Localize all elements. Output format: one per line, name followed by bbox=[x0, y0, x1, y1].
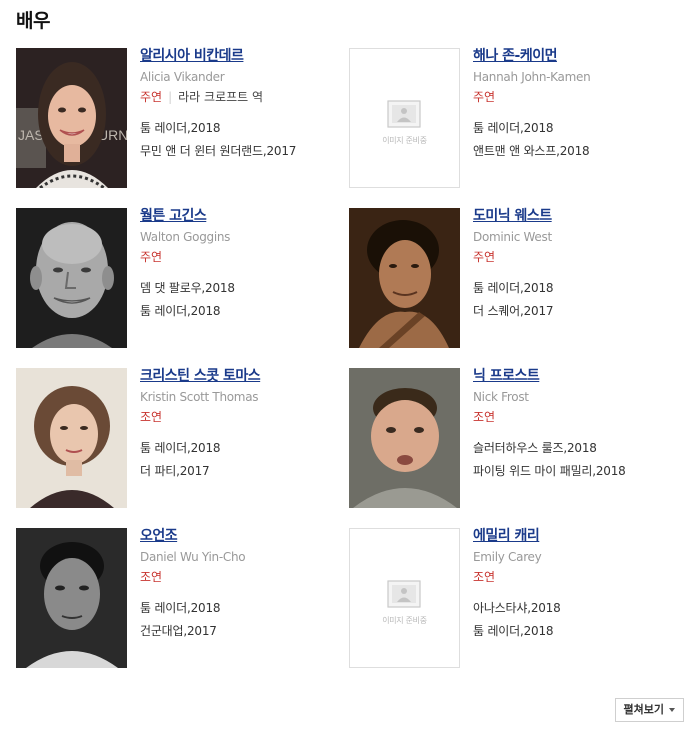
actor-english-name: Emily Carey bbox=[473, 550, 542, 564]
actor-info: 해나 존-케이먼 Hannah John-Kamen 주연 툼 레이더,2018… bbox=[473, 46, 679, 163]
role-line: 주연 bbox=[473, 247, 679, 267]
cast-card: 이미지 준비중 해나 존-케이먼 Hannah John-Kamen 주연 툼 … bbox=[349, 48, 679, 190]
actor-info: 오언조 Daniel Wu Yin-Cho 조연 툼 레이더,2018 건군대업… bbox=[140, 526, 346, 643]
expand-button-label: 펼쳐보기 bbox=[623, 703, 664, 716]
actor-photo[interactable] bbox=[349, 208, 460, 348]
actor-info: 닉 프로스트 Nick Frost 조연 슬러터하우스 룰즈,2018 파이팅 … bbox=[473, 366, 679, 483]
no-image-text: 이미지 준비중 bbox=[382, 136, 427, 145]
actor-english-name: Alicia Vikander bbox=[140, 70, 225, 84]
no-image-text: 이미지 준비중 bbox=[382, 616, 427, 625]
actor-name-link[interactable]: 월튼 고긴스 bbox=[140, 206, 346, 226]
cast-card: 도미닉 웨스트 Dominic West 주연 툼 레이더,2018 더 스퀘어… bbox=[349, 208, 679, 350]
role-line: 주연 bbox=[140, 247, 346, 267]
cast-card: 이미지 준비중 에밀리 캐리 Emily Carey 조연 아나스타샤,2018… bbox=[349, 528, 679, 670]
filmography: 아나스타샤,2018 툼 레이더,2018 bbox=[473, 597, 679, 643]
role-line: 주연 bbox=[473, 87, 679, 107]
role-label: 조연 bbox=[140, 570, 163, 584]
actor-photo[interactable]: JAS URN bbox=[16, 48, 127, 188]
actor-name-link[interactable]: 해나 존-케이먼 bbox=[473, 46, 679, 66]
filmography: 슬러터하우스 룰즈,2018 파이팅 위드 마이 패밀리,2018 bbox=[473, 437, 679, 483]
role-line: 조연 bbox=[473, 407, 679, 427]
actor-name-link[interactable]: 도미닉 웨스트 bbox=[473, 206, 679, 226]
caret-down-icon bbox=[669, 708, 675, 712]
actor-photo[interactable] bbox=[16, 528, 127, 668]
film-item[interactable]: 툼 레이더,2018 bbox=[473, 620, 679, 643]
image-placeholder-icon bbox=[387, 580, 421, 608]
actor-english-name: Dominic West bbox=[473, 230, 552, 244]
role-line: 조연 bbox=[140, 407, 346, 427]
film-item[interactable]: 툼 레이더,2018 bbox=[140, 437, 346, 460]
film-item[interactable]: 슬러터하우스 룰즈,2018 bbox=[473, 437, 679, 460]
film-item[interactable]: 툼 레이더,2018 bbox=[140, 300, 346, 323]
film-item[interactable]: 건군대업,2017 bbox=[140, 620, 346, 643]
section-title: 배우 bbox=[16, 10, 50, 32]
role-line: 주연 | 라라 크로프트 역 bbox=[140, 87, 346, 107]
film-item[interactable]: 더 스퀘어,2017 bbox=[473, 300, 679, 323]
character-name: 라라 크로프트 역 bbox=[178, 90, 264, 104]
film-item[interactable]: 툼 레이더,2018 bbox=[473, 117, 679, 140]
role-line: 조연 bbox=[473, 567, 679, 587]
actor-name-link[interactable]: 에밀리 캐리 bbox=[473, 526, 679, 546]
role-line: 조연 bbox=[140, 567, 346, 587]
actor-name-link[interactable]: 오언조 bbox=[140, 526, 346, 546]
film-item[interactable]: 더 파티,2017 bbox=[140, 460, 346, 483]
photo-placeholder[interactable]: 이미지 준비중 bbox=[349, 528, 460, 668]
actor-info: 크리스틴 스콧 토마스 Kristin Scott Thomas 조연 툼 레이… bbox=[140, 366, 346, 483]
actor-photo[interactable] bbox=[16, 208, 127, 348]
film-item[interactable]: 파이팅 위드 마이 패밀리,2018 bbox=[473, 460, 679, 483]
filmography: 툼 레이더,2018 더 파티,2017 bbox=[140, 437, 346, 483]
filmography: 툼 레이더,2018 건군대업,2017 bbox=[140, 597, 346, 643]
role-label: 주연 bbox=[473, 90, 496, 104]
actor-english-name: Kristin Scott Thomas bbox=[140, 390, 259, 404]
actor-english-name: Hannah John-Kamen bbox=[473, 70, 591, 84]
film-item[interactable]: 앤트맨 앤 와스프,2018 bbox=[473, 140, 679, 163]
cast-card: 오언조 Daniel Wu Yin-Cho 조연 툼 레이더,2018 건군대업… bbox=[16, 528, 346, 670]
role-label: 주연 bbox=[140, 250, 163, 264]
actor-english-name: Nick Frost bbox=[473, 390, 529, 404]
film-item[interactable]: 툼 레이더,2018 bbox=[473, 277, 679, 300]
actor-info: 월튼 고긴스 Walton Goggins 주연 뎀 댓 팔로우,2018 툼 … bbox=[140, 206, 346, 323]
actor-english-name: Daniel Wu Yin-Cho bbox=[140, 550, 246, 564]
cast-card: 크리스틴 스콧 토마스 Kristin Scott Thomas 조연 툼 레이… bbox=[16, 368, 346, 510]
filmography: 툼 레이더,2018 무민 앤 더 윈터 원더랜드,2017 bbox=[140, 117, 346, 163]
film-item[interactable]: 툼 레이더,2018 bbox=[140, 597, 346, 620]
cast-card: 닉 프로스트 Nick Frost 조연 슬러터하우스 룰즈,2018 파이팅 … bbox=[349, 368, 679, 510]
cast-card: 월튼 고긴스 Walton Goggins 주연 뎀 댓 팔로우,2018 툼 … bbox=[16, 208, 346, 350]
actor-name-link[interactable]: 닉 프로스트 bbox=[473, 366, 679, 386]
cast-card: JAS URN 알리시아 비칸데르 Alicia Vikander 주연 | 라라 … bbox=[16, 48, 346, 190]
actor-info: 알리시아 비칸데르 Alicia Vikander 주연 | 라라 크로프트 역 툼… bbox=[140, 46, 346, 163]
role-separator: | bbox=[168, 90, 173, 104]
filmography: 뎀 댓 팔로우,2018 툼 레이더,2018 bbox=[140, 277, 346, 323]
actor-photo[interactable] bbox=[16, 368, 127, 508]
film-item[interactable]: 무민 앤 더 윈터 원더랜드,2017 bbox=[140, 140, 346, 163]
role-label: 조연 bbox=[473, 570, 496, 584]
actor-english-name: Walton Goggins bbox=[140, 230, 231, 244]
actor-name-link[interactable]: 크리스틴 스콧 토마스 bbox=[140, 366, 346, 386]
filmography: 툼 레이더,2018 더 스퀘어,2017 bbox=[473, 277, 679, 323]
actor-info: 도미닉 웨스트 Dominic West 주연 툼 레이더,2018 더 스퀘어… bbox=[473, 206, 679, 323]
role-label: 조연 bbox=[140, 410, 163, 424]
film-item[interactable]: 뎀 댓 팔로우,2018 bbox=[140, 277, 346, 300]
filmography: 툼 레이더,2018 앤트맨 앤 와스프,2018 bbox=[473, 117, 679, 163]
actor-name-link[interactable]: 알리시아 비칸데르 bbox=[140, 46, 346, 66]
photo-placeholder[interactable]: 이미지 준비중 bbox=[349, 48, 460, 188]
role-label: 주연 bbox=[140, 90, 163, 104]
image-placeholder-icon bbox=[387, 100, 421, 128]
role-label: 조연 bbox=[473, 410, 496, 424]
expand-button[interactable]: 펼쳐보기 bbox=[614, 698, 684, 722]
film-item[interactable]: 툼 레이더,2018 bbox=[140, 117, 346, 140]
role-label: 주연 bbox=[473, 250, 496, 264]
actor-info: 에밀리 캐리 Emily Carey 조연 아나스타샤,2018 툼 레이더,2… bbox=[473, 526, 679, 643]
actor-photo[interactable] bbox=[349, 368, 460, 508]
film-item[interactable]: 아나스타샤,2018 bbox=[473, 597, 679, 620]
